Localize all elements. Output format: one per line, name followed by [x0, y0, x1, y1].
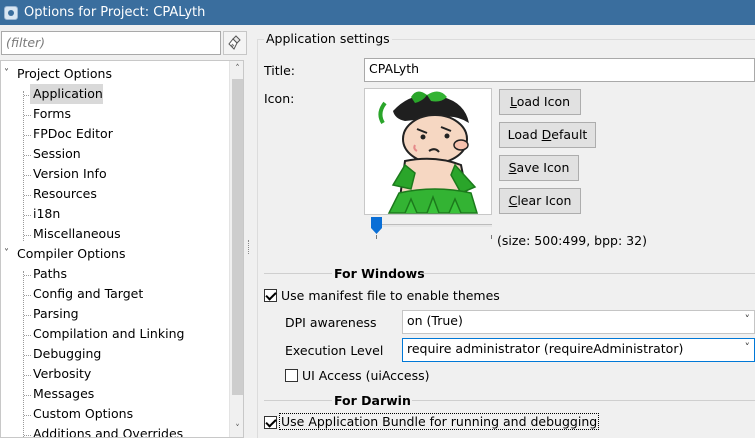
filter-input[interactable]: (filter)	[1, 31, 221, 55]
window-title: Options for Project: CPALyth	[24, 5, 206, 20]
tree-item-verbosity[interactable]: Verbosity	[33, 364, 91, 384]
panel-splitter[interactable]	[248, 240, 250, 254]
execution-level-label: Execution Level	[285, 343, 384, 358]
tree-connector	[23, 91, 24, 241]
tree-item-label: Application	[33, 86, 103, 101]
title-label: Title:	[264, 63, 295, 78]
tree-connector	[24, 335, 31, 336]
app-bundle-checkbox[interactable]	[264, 416, 277, 429]
dpi-awareness-select[interactable]: on (True) ˅	[402, 310, 755, 334]
tree-connector	[24, 315, 31, 316]
icon-info: (size: 500:499, bpp: 32)	[497, 233, 647, 248]
tree-connector	[24, 175, 31, 176]
tree-item-application[interactable]: Application	[30, 84, 103, 104]
application-settings-panel: Application settings Title: CPALyth Icon…	[256, 25, 755, 438]
chevron-down-icon: ˅	[744, 341, 751, 354]
icon-label: Icon:	[264, 91, 295, 106]
tree-connector	[24, 155, 31, 156]
tree-item-session[interactable]: Session	[33, 144, 81, 164]
tree-item-paths[interactable]: Paths	[33, 264, 67, 284]
tree-connector	[24, 395, 31, 396]
btn-text: efault	[551, 127, 588, 142]
options-tree[interactable]: ˅ Project Options Application Forms FPDo…	[0, 60, 244, 438]
app-bundle-label[interactable]: Use Application Bundle for running and d…	[278, 413, 600, 430]
scrollbar-thumb[interactable]	[232, 79, 243, 395]
load-default-button[interactable]: Load Default	[499, 122, 596, 148]
tree-connector	[24, 135, 31, 136]
tree-connector	[24, 115, 31, 116]
btn-text: ave Icon	[516, 160, 570, 175]
btn-accel: D	[541, 127, 552, 142]
tree-item-compilation-and-linking[interactable]: Compilation and Linking	[33, 324, 184, 344]
tree-connector	[24, 195, 31, 196]
tree-item-miscellaneous[interactable]: Miscellaneous	[33, 224, 121, 244]
tree-group-project-options[interactable]: Project Options	[17, 64, 112, 84]
dpi-awareness-value: on (True)	[407, 313, 463, 328]
tree-item-version-info[interactable]: Version Info	[33, 164, 107, 184]
ui-access-checkbox[interactable]	[285, 369, 298, 382]
section-divider	[412, 400, 755, 401]
tree-connector	[24, 275, 31, 276]
section-divider	[420, 273, 755, 274]
btn-accel: S	[508, 160, 517, 175]
tree-connector	[24, 415, 31, 416]
tree-connector	[24, 355, 31, 356]
clear-icon-button[interactable]: Clear Icon	[499, 188, 581, 214]
execution-level-select[interactable]: require administrator (requireAdministra…	[402, 338, 755, 362]
btn-text: oad Icon	[516, 94, 571, 109]
tree-connector	[24, 235, 31, 236]
slider-tick	[376, 235, 377, 239]
tree-item-forms[interactable]: Forms	[33, 104, 71, 124]
chevron-down-icon[interactable]: ˅	[4, 64, 14, 84]
btn-text: Load	[507, 127, 542, 142]
btn-text: lear Icon	[517, 193, 572, 208]
chevron-up-icon[interactable]: ˄	[230, 61, 243, 77]
tree-item-i18n[interactable]: i18n	[33, 204, 60, 224]
load-icon-button[interactable]: Load Icon	[499, 89, 581, 115]
icon-preview	[364, 88, 492, 215]
tree-group-compiler-options[interactable]: Compiler Options	[17, 244, 125, 264]
tree-item-custom-options[interactable]: Custom Options	[33, 404, 133, 424]
tree-item-resources[interactable]: Resources	[33, 184, 97, 204]
tree-item-messages[interactable]: Messages	[33, 384, 94, 404]
tree-item-config-and-target[interactable]: Config and Target	[33, 284, 143, 304]
icon-size-slider-track[interactable]	[374, 224, 492, 227]
ui-access-label[interactable]: UI Access (uiAccess)	[302, 368, 430, 383]
tree-connector	[24, 295, 31, 296]
chevron-down-icon[interactable]: ˅	[230, 421, 243, 437]
tree-item-debugging[interactable]: Debugging	[33, 344, 101, 364]
slider-tick	[491, 235, 492, 239]
options-navigation-panel: (filter) ˅ Project Options Application F…	[0, 25, 252, 438]
dpi-awareness-label: DPI awareness	[285, 315, 377, 330]
execution-level-value: require administrator (requireAdministra…	[407, 341, 684, 356]
tree-connector	[24, 375, 31, 376]
title-input[interactable]: CPALyth	[364, 58, 755, 82]
tree-item-additions-and-overrides[interactable]: Additions and Overrides	[33, 424, 183, 437]
darwin-heading: For Darwin	[334, 393, 411, 408]
broom-icon	[228, 35, 241, 50]
title-bar: Options for Project: CPALyth	[0, 0, 755, 25]
use-manifest-label[interactable]: Use manifest file to enable themes	[281, 288, 500, 303]
windows-heading: For Windows	[334, 266, 425, 281]
tree-connector	[24, 435, 31, 436]
section-divider	[264, 273, 332, 274]
lazarus-options-icon	[4, 5, 18, 20]
tree-connector	[24, 215, 31, 216]
save-icon-button[interactable]: Save Icon	[499, 155, 579, 181]
group-title: Application settings	[264, 31, 392, 46]
clear-filter-button[interactable]	[223, 31, 247, 55]
section-divider	[264, 400, 332, 401]
chevron-down-icon: ˅	[744, 313, 751, 326]
chevron-down-icon[interactable]: ˅	[4, 244, 14, 264]
use-manifest-checkbox[interactable]	[264, 289, 277, 302]
app-icon-image	[365, 89, 491, 214]
tree-item-parsing[interactable]: Parsing	[33, 304, 79, 324]
tree-item-fpdoc-editor[interactable]: FPDoc Editor	[33, 124, 113, 144]
btn-accel: L	[509, 94, 517, 109]
tree-vertical-scrollbar[interactable]: ˄ ˅	[229, 61, 243, 437]
